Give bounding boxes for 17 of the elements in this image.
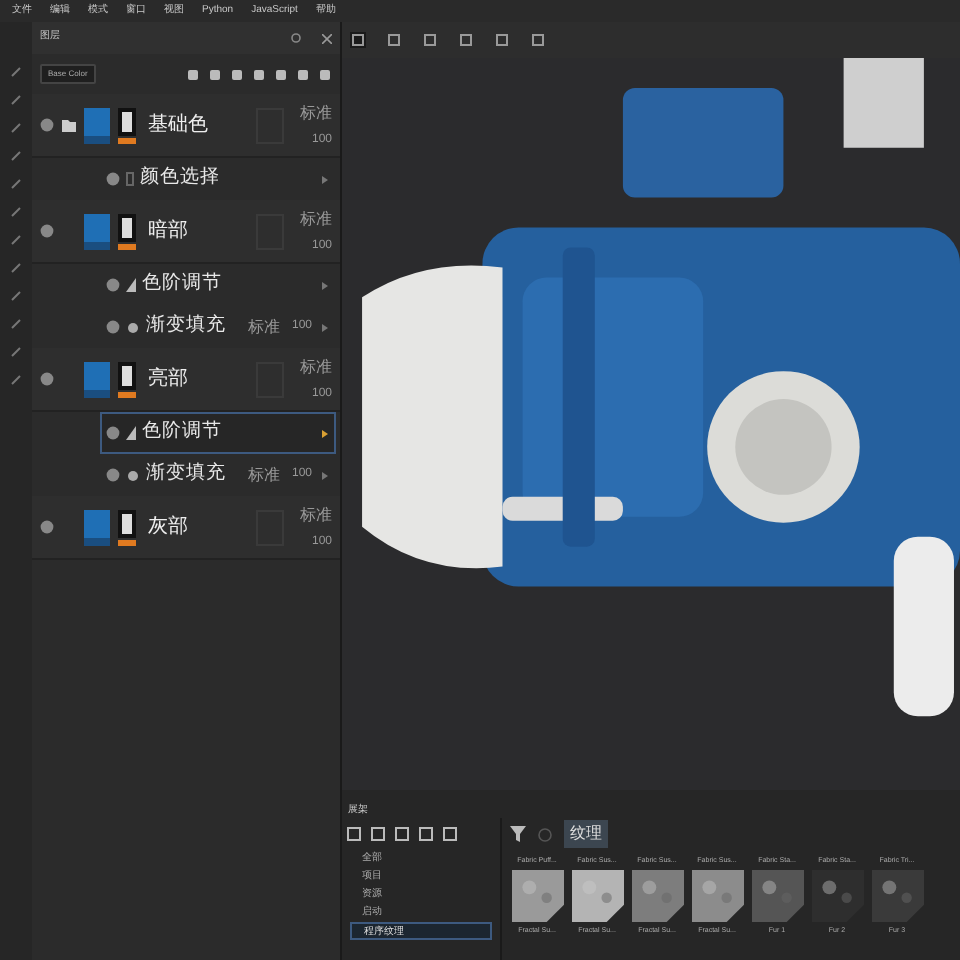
effect-name: 色阶调节 [142, 270, 222, 299]
effect-name: 颜色选择 [140, 164, 220, 193]
effect-name: 渐变填充 [146, 460, 226, 489]
layer-name: 亮部 [148, 365, 188, 394]
blend-mode[interactable]: 标准 [300, 207, 332, 231]
blend-mode[interactable]: 标准 [300, 503, 332, 527]
layer-name: 灰部 [148, 513, 188, 542]
blend-mode[interactable]: 标准 [247, 315, 280, 339]
blend-mode[interactable]: 标准 [300, 101, 332, 125]
layer-name: 基础色 [148, 111, 208, 140]
layer-name: 暗部 [148, 217, 188, 246]
blend-mode[interactable]: 标准 [300, 355, 332, 379]
effect-name: 色阶调节 [142, 418, 222, 447]
effect-row[interactable]: 色阶调节 [100, 412, 336, 454]
filter-tag[interactable]: 纹理 [564, 820, 608, 848]
blend-mode[interactable]: 标准 [247, 463, 280, 487]
effect-name: 渐变填充 [146, 312, 226, 341]
